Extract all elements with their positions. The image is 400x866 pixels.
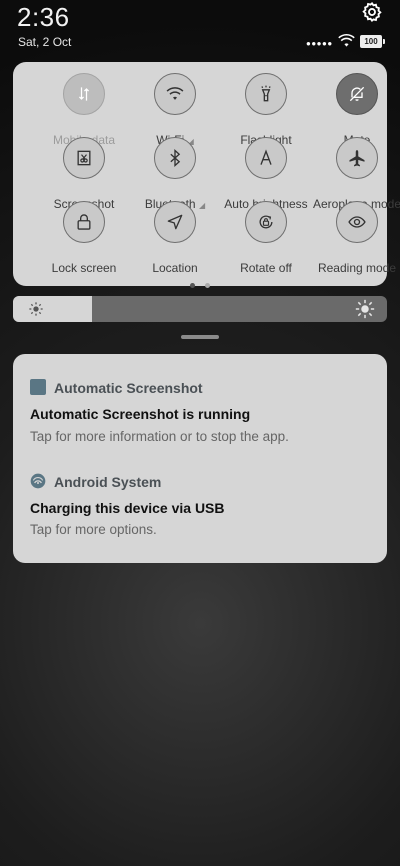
tile-flashlight[interactable]: Flashlight bbox=[217, 73, 317, 147]
page-indicator bbox=[187, 275, 213, 293]
eye-icon bbox=[336, 201, 378, 243]
notification-text: Tap for more options. bbox=[30, 522, 157, 537]
tile-mute[interactable]: Mute bbox=[308, 73, 400, 147]
brightness-high-icon bbox=[355, 299, 375, 319]
tile-auto-brightness[interactable]: Auto brightness bbox=[217, 137, 317, 211]
app-square-icon bbox=[30, 379, 46, 395]
tile-aeroplane-mode[interactable]: Aeroplane mode bbox=[308, 137, 400, 211]
auto-brightness-icon bbox=[245, 137, 287, 179]
tile-mobile-data[interactable]: Mobile data bbox=[35, 73, 135, 147]
bluetooth-icon bbox=[154, 137, 196, 179]
tile-lock-screen[interactable]: Lock screen bbox=[35, 201, 135, 275]
wifi-status-icon bbox=[338, 34, 355, 47]
lock-icon bbox=[63, 201, 105, 243]
battery-indicator: 100 bbox=[360, 35, 385, 48]
android-system-icon bbox=[30, 473, 46, 489]
date: Sat, 2 Oct bbox=[18, 35, 72, 49]
clock: 2:36 bbox=[17, 2, 70, 32]
tile-wifi[interactable]: Wi-Fi ◢ bbox=[126, 73, 226, 147]
drag-handle[interactable] bbox=[181, 335, 219, 339]
page-dot-active bbox=[190, 283, 195, 288]
page-dot bbox=[205, 283, 211, 288]
flashlight-icon bbox=[245, 73, 287, 115]
location-icon bbox=[154, 201, 196, 243]
brightness-fill bbox=[13, 296, 92, 322]
wifi-icon bbox=[154, 73, 196, 115]
tile-location[interactable]: Location bbox=[126, 201, 226, 275]
notification-text: Tap for more information or to stop the … bbox=[30, 429, 289, 444]
quick-settings-panel: Mobile data Wi-Fi ◢ Flashlight Mute Scre… bbox=[13, 62, 400, 288]
signal-indicator: ●●●●● bbox=[306, 39, 333, 48]
brightness-low-icon bbox=[29, 302, 43, 316]
tile-reading-mode[interactable]: Reading mode bbox=[308, 201, 400, 275]
status-bar: 2:36 Sat, 2 Oct ●●●●● 100 bbox=[0, 0, 400, 58]
mute-icon bbox=[336, 73, 378, 115]
tile-label: Reading mode bbox=[317, 261, 397, 275]
brightness-slider[interactable] bbox=[13, 296, 387, 322]
rotate-icon bbox=[245, 201, 287, 243]
notification-title: Automatic Screenshot is running bbox=[30, 406, 251, 422]
notification-app-name: Automatic Screenshot bbox=[54, 380, 203, 396]
tile-bluetooth[interactable]: Bluetooth ◢ bbox=[126, 137, 226, 211]
notification-card[interactable]: Automatic Screenshot Automatic Screensho… bbox=[13, 354, 387, 563]
mobile-data-icon bbox=[63, 73, 105, 115]
aeroplane-icon bbox=[336, 137, 378, 179]
screenshot-icon bbox=[63, 137, 105, 179]
notification-app-name: Android System bbox=[54, 474, 162, 490]
notification-title: Charging this device via USB bbox=[30, 500, 225, 516]
gear-icon[interactable] bbox=[361, 1, 383, 23]
tile-screenshot[interactable]: Screenshot bbox=[35, 137, 135, 211]
tile-rotate[interactable]: Rotate off bbox=[217, 201, 317, 275]
